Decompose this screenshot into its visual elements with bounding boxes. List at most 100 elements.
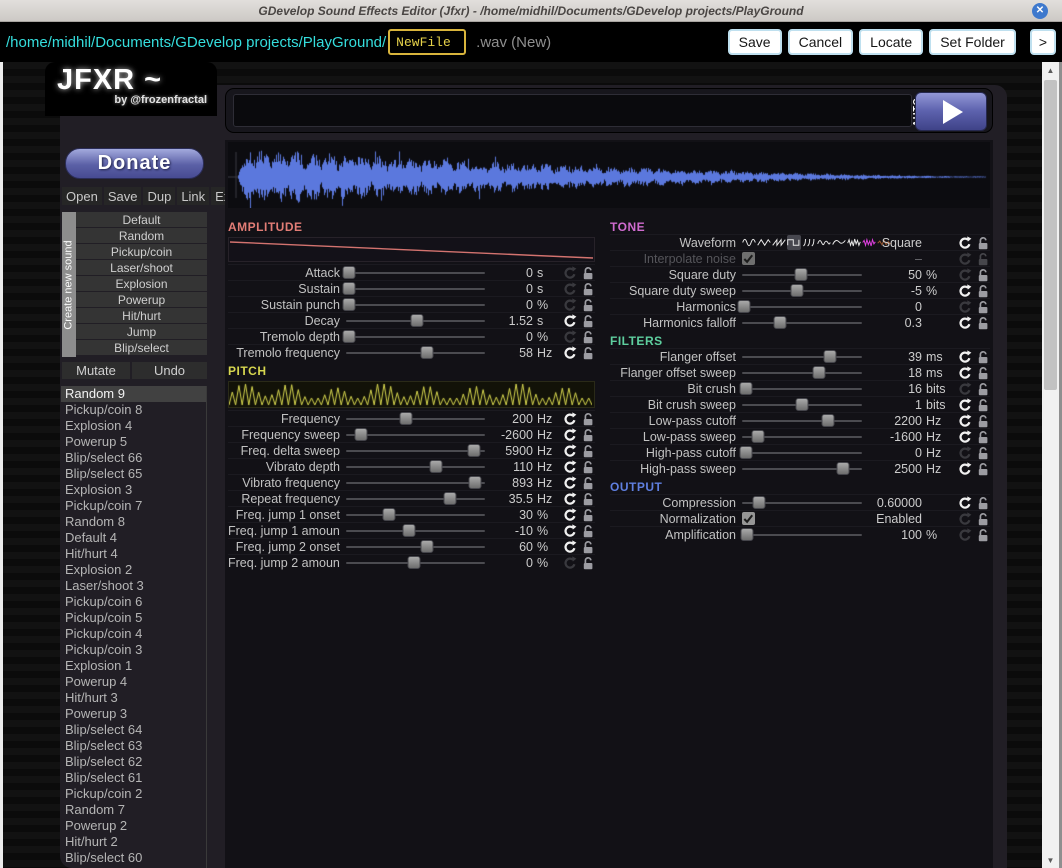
slider-track[interactable]	[742, 322, 862, 324]
list-item[interactable]: Pickup/coin 6	[61, 594, 206, 610]
list-item[interactable]: Blip/select 65	[61, 466, 206, 482]
slider-handle[interactable]	[822, 414, 835, 427]
locate-button[interactable]: Locate	[859, 29, 923, 55]
page-scrollbar[interactable]: ▲ ▼	[1042, 62, 1059, 868]
link-link[interactable]: Link	[177, 187, 209, 205]
dup-link[interactable]: Dup	[143, 187, 175, 205]
reset-icon[interactable]	[957, 315, 972, 330]
lock-icon[interactable]	[975, 429, 990, 444]
lock-icon[interactable]	[580, 443, 595, 458]
slider-track[interactable]	[346, 352, 485, 354]
list-item[interactable]: Powerup 5	[61, 434, 206, 450]
lock-icon[interactable]	[580, 297, 595, 312]
preset-blip-select[interactable]: Blip/select	[76, 340, 207, 355]
list-item[interactable]: Laser/shoot 3	[61, 578, 206, 594]
reset-icon[interactable]	[562, 459, 577, 474]
list-item[interactable]: Random 7	[61, 802, 206, 818]
list-item[interactable]: Powerup 2	[61, 818, 206, 834]
slider-handle[interactable]	[740, 528, 753, 541]
lock-icon[interactable]	[975, 267, 990, 282]
reset-icon[interactable]	[957, 397, 972, 412]
slider-track[interactable]	[742, 502, 862, 504]
slider-handle[interactable]	[410, 314, 423, 327]
preset-explosion[interactable]: Explosion	[76, 276, 207, 291]
reset-icon[interactable]	[562, 475, 577, 490]
waveform-sawtooth-icon[interactable]	[772, 235, 786, 250]
lock-icon[interactable]	[580, 313, 595, 328]
preset-random[interactable]: Random	[76, 228, 207, 243]
reset-icon[interactable]	[957, 349, 972, 364]
reset-icon[interactable]	[562, 523, 577, 538]
lock-icon[interactable]	[580, 345, 595, 360]
preset-hit-hurt[interactable]: Hit/hurt	[76, 308, 207, 323]
reset-icon[interactable]	[957, 381, 972, 396]
lock-icon[interactable]	[975, 511, 990, 526]
save-link[interactable]: Save	[104, 187, 142, 205]
scroll-up-icon[interactable]: ▲	[1042, 62, 1059, 78]
slider-handle[interactable]	[467, 444, 480, 457]
list-item[interactable]: Pickup/coin 5	[61, 610, 206, 626]
reset-icon[interactable]	[562, 443, 577, 458]
waveform-triangle-icon[interactable]	[757, 235, 771, 250]
slider-track[interactable]	[346, 466, 485, 468]
list-item[interactable]: Explosion 4	[61, 418, 206, 434]
slider-handle[interactable]	[342, 282, 355, 295]
list-item[interactable]: Powerup 4	[61, 674, 206, 690]
donate-button[interactable]: Donate	[65, 148, 204, 179]
list-item[interactable]: Hit/hurt 3	[61, 690, 206, 706]
preset-powerup[interactable]: Powerup	[76, 292, 207, 307]
reset-icon[interactable]	[957, 283, 972, 298]
slider-track[interactable]	[346, 320, 485, 322]
slider-handle[interactable]	[812, 366, 825, 379]
lock-icon[interactable]	[580, 265, 595, 280]
slider-track[interactable]	[346, 562, 485, 564]
waveform-whitenoise-icon[interactable]	[847, 235, 861, 250]
close-icon[interactable]: ✕	[1032, 3, 1048, 19]
preset-jump[interactable]: Jump	[76, 324, 207, 339]
slider-track[interactable]	[742, 468, 862, 470]
slider-handle[interactable]	[796, 398, 809, 411]
slider-handle[interactable]	[399, 412, 412, 425]
slider-handle[interactable]	[355, 428, 368, 441]
scrollbar-thumb[interactable]	[1044, 80, 1057, 390]
slider-track[interactable]	[742, 404, 862, 406]
slider-handle[interactable]	[791, 284, 804, 297]
list-item[interactable]: Random 9	[61, 386, 206, 402]
slider-track[interactable]	[346, 434, 485, 436]
lock-icon[interactable]	[975, 397, 990, 412]
slider-handle[interactable]	[752, 496, 765, 509]
reset-icon[interactable]	[957, 365, 972, 380]
slider-track[interactable]	[346, 482, 485, 484]
lock-icon[interactable]	[580, 329, 595, 344]
filename-input[interactable]	[388, 29, 466, 55]
reset-icon[interactable]	[562, 491, 577, 506]
interpolate-noise-checkbox[interactable]	[742, 252, 755, 265]
list-item[interactable]: Hit/hurt 4	[61, 546, 206, 562]
slider-handle[interactable]	[342, 298, 355, 311]
set-folder-button[interactable]: Set Folder	[929, 29, 1016, 55]
list-item[interactable]: Pickup/coin 8	[61, 402, 206, 418]
waveform-tangent-icon[interactable]	[802, 235, 816, 250]
save-button[interactable]: Save	[728, 29, 782, 55]
lock-icon[interactable]	[580, 507, 595, 522]
list-item[interactable]: Blip/select 62	[61, 754, 206, 770]
undo-button[interactable]: Undo	[132, 362, 207, 379]
list-item[interactable]: Pickup/coin 4	[61, 626, 206, 642]
reset-icon[interactable]	[957, 235, 972, 250]
waveform-square-icon[interactable]	[787, 235, 801, 250]
reset-icon[interactable]	[957, 299, 972, 314]
slider-handle[interactable]	[823, 350, 836, 363]
slider-track[interactable]	[742, 436, 862, 438]
lock-icon[interactable]	[975, 445, 990, 460]
slider-track[interactable]	[742, 356, 862, 358]
list-item[interactable]: Pickup/coin 2	[61, 786, 206, 802]
lock-icon[interactable]	[975, 381, 990, 396]
cancel-button[interactable]: Cancel	[788, 29, 854, 55]
slider-handle[interactable]	[402, 524, 415, 537]
slider-track[interactable]	[346, 546, 485, 548]
reset-icon[interactable]	[562, 427, 577, 442]
reset-icon[interactable]	[562, 329, 577, 344]
list-item[interactable]: Explosion 2	[61, 562, 206, 578]
slider-handle[interactable]	[469, 476, 482, 489]
preset-default[interactable]: Default	[76, 212, 207, 227]
